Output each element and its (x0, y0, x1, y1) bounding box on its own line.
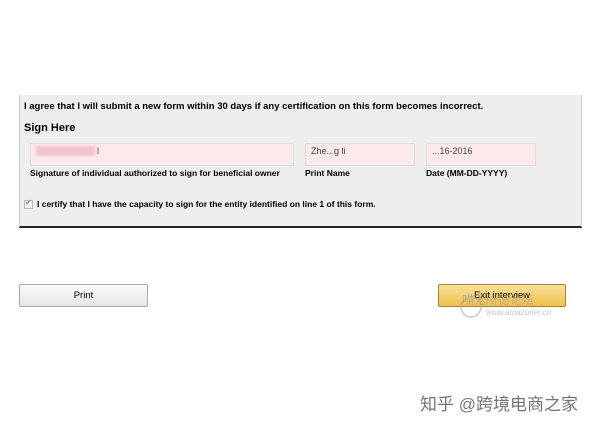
certify-label: I certify that I have the capacity to si… (37, 199, 376, 209)
date-value: ...16-2016 (432, 146, 473, 156)
signature-label: Signature of individual authorized to si… (30, 168, 280, 178)
signature-panel: I agree that I will submit a new form wi… (19, 95, 582, 228)
agreement-text: I agree that I will submit a new form wi… (24, 101, 484, 112)
date-field[interactable]: ...16-2016 (426, 143, 536, 166)
print-name-value: Zhe...g li (311, 146, 346, 156)
print-name-label: Print Name (305, 168, 350, 178)
forum-watermark: 喵无所德论坛 (462, 293, 535, 307)
certify-checkbox[interactable] (24, 198, 33, 209)
signature-field[interactable]: xxxxxxxxxxxxx l (30, 143, 294, 166)
certify-row: I certify that I have the capacity to si… (24, 198, 376, 209)
signature-value: l (97, 146, 100, 156)
date-label: Date (MM-DD-YYYY) (426, 168, 508, 178)
signature-redacted: xxxxxxxxxxxxx (36, 146, 95, 156)
forum-watermark-url: www.amazoner.cn (486, 308, 552, 317)
print-name-field[interactable]: Zhe...g li (305, 143, 415, 166)
zhihu-watermark: 知乎 @跨境电商之家 (420, 395, 578, 414)
sign-here-heading: Sign Here (24, 122, 76, 134)
print-button[interactable]: Print (19, 284, 148, 307)
